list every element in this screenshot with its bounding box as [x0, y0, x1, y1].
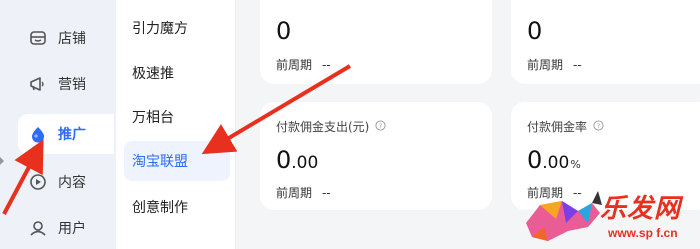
watermark-url: www.sp f.cn: [608, 226, 678, 240]
watermark-text: 乐发网: [600, 194, 682, 224]
rail-item-promotion[interactable]: 推广: [18, 114, 114, 154]
metric-title: 付款佣金支出(元) ?: [276, 118, 386, 135]
submenu-item-taobao-union[interactable]: 淘宝联盟: [124, 141, 230, 181]
store-icon: [27, 27, 49, 49]
submenu-item-creative[interactable]: 创意制作: [124, 187, 230, 227]
rail-item-label: 营销: [58, 77, 86, 93]
rail-item-label: 店铺: [58, 31, 86, 47]
metric-previous: 前周期 --: [276, 186, 331, 200]
metric-value: 0.00: [276, 146, 319, 174]
collapse-caret-icon[interactable]: [0, 157, 4, 165]
svg-text:?: ?: [597, 121, 600, 129]
primary-nav-rail: 店铺 营销 推广 内容 用户: [0, 0, 116, 249]
metric-title: 付款佣金率 ?: [527, 118, 604, 135]
rail-item-store[interactable]: 店铺: [18, 18, 114, 58]
commission-expense-card: 付款佣金支出(元) ? 0.00 前周期 --: [260, 102, 492, 210]
metric-previous: 前周期 --: [276, 58, 331, 72]
metric-card: 0 前周期 --: [260, 0, 492, 84]
metric-previous: 前周期 --: [527, 58, 582, 72]
submenu-item-jisutui[interactable]: 极速推: [124, 53, 230, 93]
metric-value: 0: [527, 17, 543, 45]
svg-text:?: ?: [379, 121, 382, 129]
secondary-nav: 引力魔方 极速推 万相台 淘宝联盟 创意制作: [116, 0, 236, 249]
rail-item-marketing[interactable]: 营销: [18, 64, 114, 104]
submenu-item-yinli[interactable]: 引力魔方: [124, 8, 230, 48]
rail-item-user[interactable]: 用户: [18, 208, 114, 248]
rail-item-label: 内容: [58, 175, 86, 191]
submenu-item-wanxiangtai[interactable]: 万相台: [124, 97, 230, 137]
user-icon: [27, 217, 49, 239]
megaphone-icon: [27, 73, 49, 95]
content-icon: [27, 171, 49, 193]
metric-value: 0: [276, 17, 292, 45]
metric-value: 0.00%: [527, 146, 581, 174]
rail-item-label: 推广: [58, 127, 86, 143]
rail-item-content[interactable]: 内容: [18, 162, 114, 202]
help-icon[interactable]: ?: [375, 119, 386, 134]
help-icon[interactable]: ?: [593, 119, 604, 134]
rail-item-label: 用户: [58, 221, 86, 237]
metric-card: 0 前周期 --: [511, 0, 700, 84]
promote-drop-icon: [27, 123, 49, 145]
